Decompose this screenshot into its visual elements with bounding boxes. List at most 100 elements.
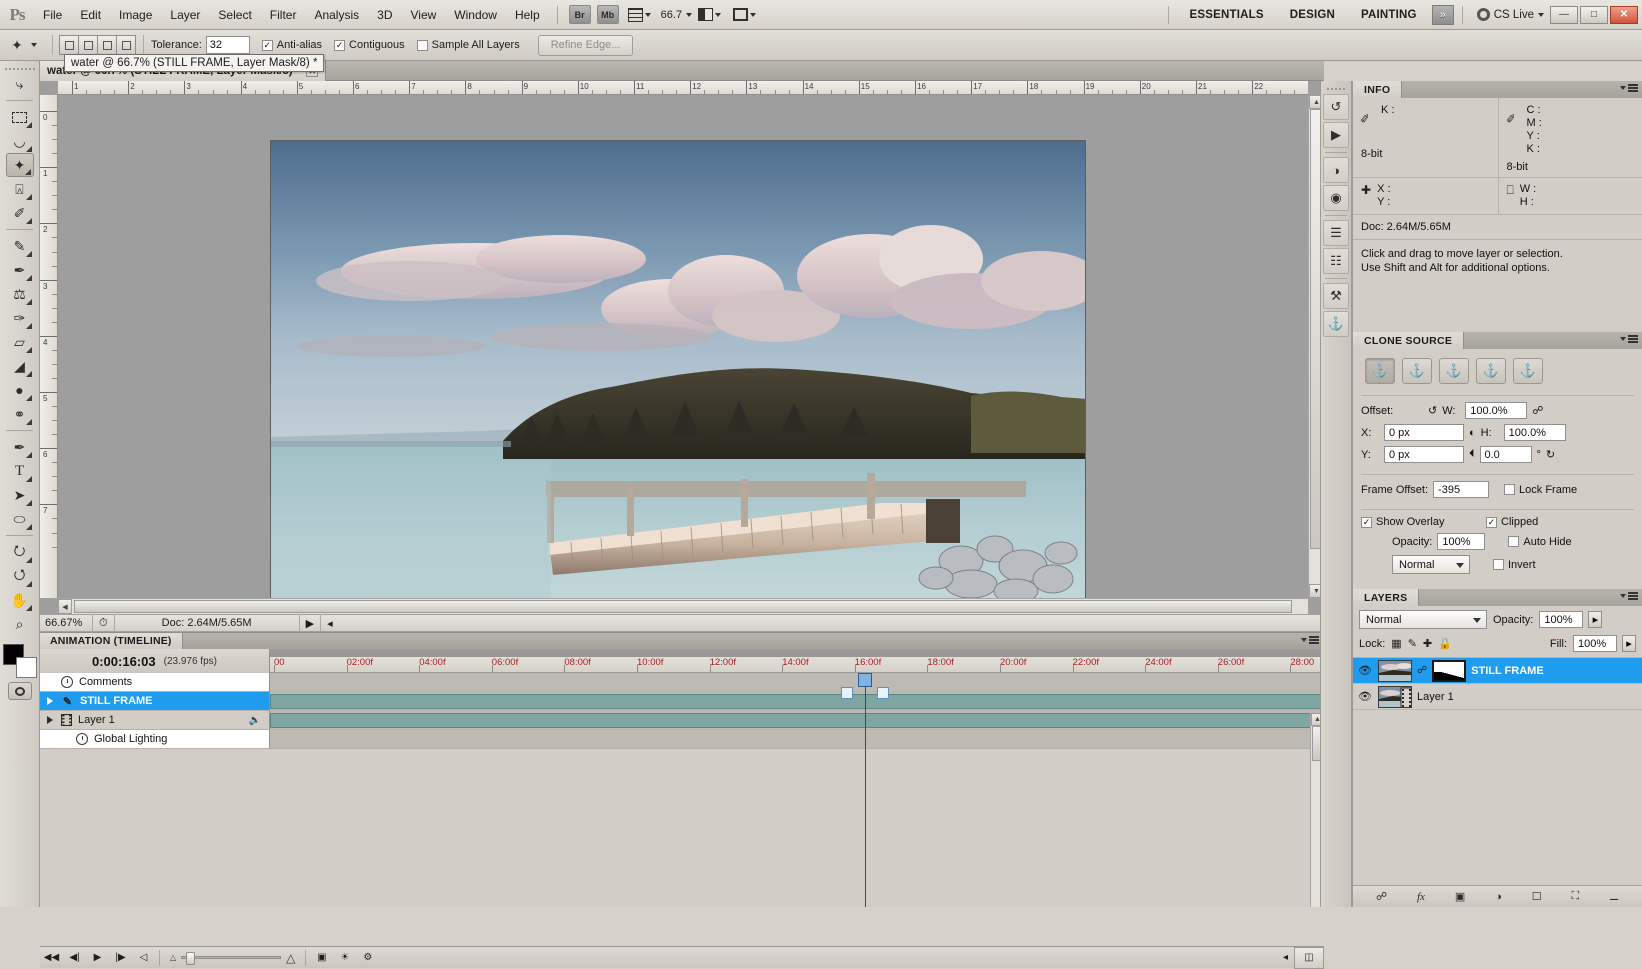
link-wh-icon[interactable]: ☍: [1532, 404, 1543, 417]
quick-mask-mode-button[interactable]: [8, 682, 32, 700]
add-to-selection-button[interactable]: [78, 35, 98, 55]
timeline-playhead[interactable]: [865, 685, 866, 907]
layer-1[interactable]: 👁 Layer 1: [1353, 684, 1642, 710]
layer-opacity-input[interactable]: 100%: [1539, 611, 1583, 628]
menu-filter[interactable]: Filter: [261, 0, 306, 30]
color-swatches[interactable]: [3, 644, 37, 678]
work-area-end-marker[interactable]: [877, 687, 889, 699]
stopwatch-icon[interactable]: [61, 676, 73, 688]
layer-thumbnail[interactable]: [1378, 660, 1412, 682]
clone-angle-input[interactable]: 0.0: [1480, 446, 1532, 463]
duration-bar-still-frame[interactable]: [270, 694, 1324, 709]
audio-playback-button[interactable]: ◁: [132, 947, 155, 969]
frame-offset-input[interactable]: -395: [1433, 481, 1489, 498]
clone-source-4-button[interactable]: ⚓: [1476, 358, 1506, 384]
tab-animation-timeline[interactable]: ANIMATION (TIMELINE): [40, 633, 183, 649]
timeline-ruler[interactable]: 0002:00f04:00f06:00f08:00f10:00f12:00f14…: [270, 657, 1324, 673]
new-adjustment-layer-icon[interactable]: ◑: [1495, 891, 1502, 903]
invert-checkbox[interactable]: Invert: [1493, 559, 1536, 571]
timeline-menu-button[interactable]: ◫: [1294, 947, 1324, 969]
go-to-first-frame-button[interactable]: ◀◀: [40, 947, 63, 969]
contiguous-checkbox[interactable]: Contiguous: [334, 39, 405, 51]
workspace-essentials[interactable]: ESSENTIALS: [1177, 0, 1277, 30]
animation-panel-menu[interactable]: [1301, 636, 1319, 644]
delete-keyframes-button[interactable]: ⚙: [356, 947, 379, 969]
sample-all-layers-checkbox[interactable]: Sample All Layers: [417, 39, 520, 51]
layer-still-frame[interactable]: 👁 ☍ STILL FRAME: [1353, 658, 1642, 684]
playhead-handle[interactable]: [858, 673, 872, 687]
tool-presets-icon[interactable]: ⚒: [1323, 283, 1349, 309]
overlay-opacity-input[interactable]: 100%: [1437, 533, 1485, 550]
status-popup-arrow[interactable]: ▶: [299, 614, 320, 632]
lock-position-icon[interactable]: ✚: [1423, 637, 1432, 650]
history-brush-tool[interactable]: ✑: [6, 306, 34, 330]
duration-bar-layer-1[interactable]: [270, 713, 1324, 728]
info-panel-menu[interactable]: [1620, 84, 1638, 92]
lock-frame-checkbox[interactable]: Lock Frame: [1504, 484, 1577, 496]
menu-window[interactable]: Window: [445, 0, 506, 30]
tab-layers[interactable]: LAYERS: [1353, 589, 1419, 606]
3d-camera-rotate-tool[interactable]: ⭯: [6, 564, 34, 588]
subtract-from-selection-button[interactable]: [97, 35, 117, 55]
clone-source-2-button[interactable]: ⚓: [1402, 358, 1432, 384]
clone-x-input[interactable]: 0 px: [1384, 424, 1464, 441]
menu-analysis[interactable]: Analysis: [305, 0, 368, 30]
zoom-chevron-down-icon[interactable]: [686, 13, 692, 17]
small-mountain-icon[interactable]: △: [170, 953, 176, 962]
zoom-slider-track[interactable]: [181, 956, 281, 959]
fill-scrubber-button[interactable]: ▸: [1622, 635, 1636, 652]
menu-help[interactable]: Help: [506, 0, 549, 30]
history-icon[interactable]: ↺: [1323, 94, 1349, 120]
zoom-tool[interactable]: ⌕: [6, 612, 34, 636]
close-button[interactable]: ✕: [1610, 6, 1638, 24]
timeline-row-comments-label-cell[interactable]: Comments: [40, 673, 270, 692]
background-color-swatch[interactable]: [16, 657, 37, 678]
clone-source-panel-menu[interactable]: [1620, 335, 1638, 343]
timeline-zoom-slider[interactable]: △ △: [164, 951, 301, 965]
tolerance-input[interactable]: 32: [206, 36, 250, 54]
timeline-row-global-lighting-label-cell[interactable]: Global Lighting: [40, 730, 270, 749]
refine-edge-button[interactable]: Refine Edge...: [538, 35, 634, 56]
new-selection-button[interactable]: [59, 35, 79, 55]
convert-to-frame-animation-button[interactable]: ▣: [310, 947, 333, 969]
timeline-row-layer-1[interactable]: Layer 1 🔈: [40, 711, 1324, 730]
timeline-row-still-frame-label-cell[interactable]: ✎ STILL FRAME: [40, 692, 270, 711]
show-overlay-checkbox[interactable]: Show Overlay: [1361, 516, 1481, 528]
arrange-documents-button[interactable]: [694, 5, 725, 25]
eyedropper-tool[interactable]: ✐: [6, 201, 34, 225]
clone-stamp-tool[interactable]: ⚖: [6, 282, 34, 306]
eye-icon[interactable]: 👁: [1357, 664, 1373, 677]
reset-transform-icon[interactable]: ↻: [1546, 448, 1555, 461]
pen-tool[interactable]: ✒: [6, 435, 34, 459]
cs-live-button[interactable]: CS Live: [1471, 8, 1550, 21]
3d-object-rotate-tool[interactable]: ⭮: [6, 540, 34, 564]
timeline-row-global-lighting[interactable]: Global Lighting: [40, 730, 1324, 749]
layer-fill-input[interactable]: 100%: [1573, 635, 1617, 652]
menu-select[interactable]: Select: [209, 0, 260, 30]
hand-tool[interactable]: ✋: [6, 588, 34, 612]
brush-tool[interactable]: ✒: [6, 258, 34, 282]
horizontal-type-tool[interactable]: T: [6, 459, 34, 483]
large-mountain-icon[interactable]: △: [286, 951, 295, 965]
clone-w-input[interactable]: 100.0%: [1465, 402, 1527, 419]
magic-wand-tool[interactable]: ✦: [6, 153, 34, 177]
clipped-checkbox[interactable]: Clipped: [1486, 516, 1538, 528]
toolbox-grip[interactable]: [0, 65, 39, 72]
vertical-ruler[interactable]: 01234567: [40, 95, 58, 598]
lock-all-icon[interactable]: 🔒: [1438, 637, 1452, 650]
restore-button[interactable]: □: [1580, 6, 1608, 24]
select-next-frame-button[interactable]: |▶: [109, 947, 132, 969]
layer-style-icon[interactable]: fx: [1417, 891, 1425, 903]
workspace-more-button[interactable]: »: [1432, 5, 1454, 25]
new-layer-icon[interactable]: ⛶: [1572, 890, 1580, 903]
anti-alias-checkbox[interactable]: Anti-alias: [262, 39, 322, 51]
menu-3d[interactable]: 3D: [368, 0, 401, 30]
menu-edit[interactable]: Edit: [71, 0, 110, 30]
link-icon[interactable]: ☍: [1417, 665, 1427, 676]
rail-grip[interactable]: [1321, 85, 1351, 92]
audio-icon[interactable]: 🔈: [249, 715, 261, 726]
stopwatch-icon[interactable]: [76, 733, 88, 745]
opacity-scrubber-button[interactable]: ▸: [1588, 611, 1602, 628]
paint-bucket-tool[interactable]: ◢: [6, 354, 34, 378]
scroll-left-arrow[interactable]: ◀: [58, 599, 72, 614]
